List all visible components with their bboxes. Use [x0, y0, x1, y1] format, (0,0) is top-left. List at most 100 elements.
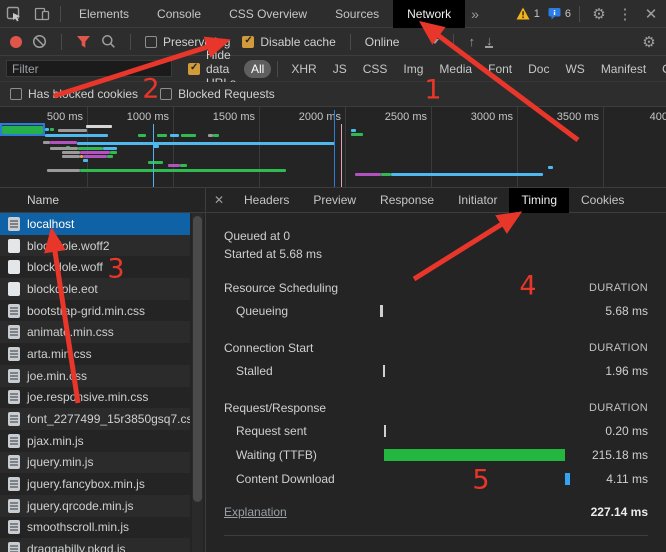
- timing-row-label: Content Download: [236, 472, 335, 486]
- has-blocked-cookies-label: Has blocked cookies: [28, 87, 139, 101]
- request-name: blockdole.eot: [27, 281, 98, 296]
- disable-cache-checkbox[interactable]: Disable cache: [242, 35, 336, 49]
- tab-network[interactable]: Network: [393, 0, 466, 28]
- document-file-icon: [8, 498, 20, 513]
- filter-type-all[interactable]: All: [244, 59, 272, 78]
- timing-bar-track: [374, 472, 578, 486]
- tab-css-overview[interactable]: CSS Overview: [215, 0, 321, 28]
- filter-funnel-icon[interactable]: [76, 35, 91, 49]
- request-row-bootstrap-grid-min-css[interactable]: bootstrap-grid.min.css: [0, 300, 190, 322]
- requests-panel: Name localhost blockdole.woff2 blockdole.w…: [0, 188, 206, 552]
- record-network-log-button[interactable]: [10, 35, 22, 48]
- settings-gear-icon[interactable]: ⚙: [588, 5, 610, 23]
- waterfall-bar: [58, 129, 87, 132]
- timeline-tick-label: 3000 ms: [470, 111, 513, 123]
- checkbox-unchecked[interactable]: [10, 88, 22, 100]
- timing-section-title: Resource Scheduling: [224, 281, 339, 295]
- detail-tab-preview[interactable]: Preview: [301, 188, 368, 213]
- filter-type-doc[interactable]: Doc: [521, 60, 556, 78]
- request-row-draggabilly-pkgd-js[interactable]: draggabilly.pkgd.js: [0, 538, 190, 552]
- chevron-down-icon: [431, 39, 440, 44]
- request-row-joe-responsive-min-css[interactable]: joe.responsive.min.css: [0, 387, 190, 409]
- tab-elements[interactable]: Elements: [65, 0, 143, 28]
- warning-icon[interactable]: [516, 7, 530, 20]
- filter-type-manifest[interactable]: Manifest: [594, 60, 653, 78]
- more-options-icon[interactable]: ⋮: [614, 5, 636, 23]
- issues-icon[interactable]: [548, 7, 561, 20]
- network-settings-gear-icon[interactable]: ⚙: [638, 33, 660, 51]
- export-har-icon[interactable]: ↓: [484, 34, 494, 48]
- waterfall-bar: [181, 134, 196, 137]
- close-devtools-icon[interactable]: ✕: [640, 5, 662, 23]
- request-row-blockdole-woff2[interactable]: blockdole.woff2: [0, 234, 190, 257]
- inspect-element-icon[interactable]: [0, 0, 28, 28]
- divider: [60, 5, 61, 22]
- import-har-icon[interactable]: ↑: [468, 34, 475, 49]
- detail-tab-response[interactable]: Response: [368, 188, 446, 213]
- document-file-icon: [8, 368, 20, 383]
- document-file-icon: [8, 303, 20, 318]
- timing-row-request-sent: Request sent 0.20 ms: [224, 419, 648, 443]
- throttling-dropdown[interactable]: Online: [365, 35, 440, 49]
- request-row-animate-min-css[interactable]: animate.min.css: [0, 321, 190, 344]
- detail-tab-initiator[interactable]: Initiator: [446, 188, 509, 213]
- request-list-scrollbar[interactable]: [192, 213, 203, 552]
- filter-input[interactable]: [6, 60, 172, 77]
- timing-bar-track: [374, 364, 578, 378]
- request-row-joe-min-css[interactable]: joe.min.css: [0, 364, 190, 387]
- waterfall-bar: [47, 169, 80, 172]
- preserve-log-checkbox[interactable]: Preserve log: [145, 35, 230, 49]
- waterfall-bar: [45, 134, 108, 137]
- request-row-pjax-min-js[interactable]: pjax.min.js: [0, 430, 190, 452]
- request-row-jquery-fancybox-min-js[interactable]: jquery.fancybox.min.js: [0, 473, 190, 495]
- filter-type-js[interactable]: JS: [326, 60, 354, 78]
- filter-type-other[interactable]: Other: [655, 60, 666, 78]
- request-row-jquery-min-js[interactable]: jquery.min.js: [0, 451, 190, 474]
- detail-tab-headers[interactable]: Headers: [232, 188, 301, 213]
- filter-type-font[interactable]: Font: [481, 60, 519, 78]
- filter-type-media[interactable]: Media: [432, 60, 479, 78]
- close-details-icon[interactable]: ✕: [206, 193, 232, 207]
- checkbox-unchecked[interactable]: [160, 88, 173, 100]
- explanation-link[interactable]: Explanation: [224, 505, 287, 519]
- has-blocked-cookies-checkbox[interactable]: Has blocked cookies: [10, 87, 138, 101]
- network-main-area: Name localhost blockdole.woff2 blockdole.w…: [0, 187, 666, 552]
- request-row-smoothscroll-min-js[interactable]: smoothscroll.min.js: [0, 517, 190, 539]
- waterfall-bar: [148, 161, 163, 164]
- checkbox-checked[interactable]: [242, 35, 255, 48]
- timeline-tick-label: 1500 ms: [212, 111, 255, 123]
- blocked-requests-checkbox[interactable]: Blocked Requests: [160, 87, 275, 101]
- divider: [224, 535, 648, 536]
- checkbox-checked[interactable]: [188, 62, 200, 75]
- checkbox-unchecked[interactable]: [145, 35, 157, 48]
- filter-type-ws[interactable]: WS: [558, 60, 591, 78]
- tab-sources[interactable]: Sources: [321, 0, 393, 28]
- more-tabs-icon[interactable]: »: [465, 6, 485, 22]
- request-row-blockdole-woff[interactable]: blockdole.woff: [0, 256, 190, 278]
- request-row-arta-min-css[interactable]: arta.min.css: [0, 343, 190, 365]
- device-toolbar-icon[interactable]: [28, 0, 56, 28]
- network-overview-timeline[interactable]: 500 ms 1000 ms 1500 ms 2000 ms 2500 ms 3000 m…: [0, 107, 666, 188]
- timing-row-waiting-ttfb-: Waiting (TTFB) 215.18 ms: [224, 443, 648, 467]
- request-row-font-2277499-15r3850gsq7-css[interactable]: font_2277499_15r3850gsq7.css: [0, 408, 190, 430]
- request-row-blockdole-eot[interactable]: blockdole.eot: [0, 278, 190, 300]
- detail-tab-timing[interactable]: Timing: [509, 187, 570, 213]
- detail-tab-cookies[interactable]: Cookies: [569, 188, 636, 213]
- search-icon[interactable]: [101, 34, 116, 49]
- filter-type-css[interactable]: CSS: [356, 60, 395, 78]
- timeline-tick-label: 3500 ms: [556, 111, 599, 123]
- timeline-tick-label: 2500 ms: [384, 111, 427, 123]
- request-row-localhost[interactable]: localhost: [0, 213, 190, 235]
- filter-type-xhr[interactable]: XHR: [284, 60, 323, 78]
- clear-network-log-icon[interactable]: [32, 34, 47, 49]
- name-column-header[interactable]: Name: [0, 188, 205, 213]
- timeline-tick-label: 400: [649, 111, 666, 123]
- document-file-icon: [8, 216, 20, 231]
- waterfall-bar: [80, 169, 286, 172]
- request-row-jquery-qrcode-min-js[interactable]: jquery.qrcode.min.js: [0, 494, 190, 517]
- scrollbar-thumb[interactable]: [193, 216, 202, 502]
- filter-type-img[interactable]: Img: [396, 60, 430, 78]
- tab-console[interactable]: Console: [143, 0, 215, 28]
- request-name: blockdole.woff2: [27, 238, 110, 253]
- waterfall-bar: [80, 151, 110, 154]
